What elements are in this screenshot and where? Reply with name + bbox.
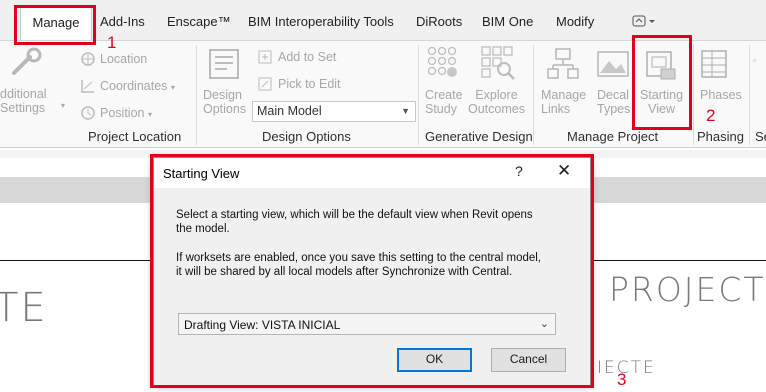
panel-divider (418, 45, 419, 145)
coordinates-button[interactable]: Coordinates ▾ (100, 79, 175, 95)
panel-title-manage-project: Manage Project (567, 129, 659, 144)
panel-title-project-location: Project Location (88, 129, 182, 144)
panel-title-phasing: Phasing (697, 129, 744, 144)
manage-links-button[interactable]: Manage Links (541, 88, 586, 116)
coordinates-icon (81, 80, 94, 93)
location-button[interactable]: Location (100, 52, 147, 66)
drawing-text-left: TE (0, 285, 48, 331)
phases-button[interactable]: Phases (700, 88, 742, 102)
explore-outcomes-button[interactable]: Explore Outcomes (468, 88, 525, 116)
design-options-button[interactable]: Design Options (203, 88, 246, 116)
panel-divider (693, 45, 694, 145)
additional-settings-button[interactable]: dditional Settings (0, 87, 47, 115)
panel-divider (196, 45, 197, 145)
tab-modify[interactable]: Modify (556, 14, 594, 29)
add-to-set-button[interactable]: Add to Set (278, 50, 336, 64)
drawing-title-text: PROJECTE (609, 270, 766, 309)
phases-icon (701, 50, 727, 78)
panel-divider (749, 45, 750, 145)
panel-title-design-options: Design Options (262, 129, 351, 144)
annotation-number-3: 3 (617, 370, 627, 389)
panel-title-partial: Se (755, 129, 766, 144)
manage-links-icon (547, 48, 579, 79)
position-button[interactable]: Position ▾ (100, 106, 152, 122)
tab-bim-interoperability-tools[interactable]: BIM Interoperability Tools (248, 14, 394, 29)
design-option-select[interactable]: Main Model ▼ (252, 101, 416, 122)
tab-bim-one[interactable]: BIM One (482, 14, 533, 29)
panel-title-generative-design: Generative Design (425, 129, 533, 144)
tab-enscape[interactable]: Enscape™ (167, 14, 231, 29)
location-icon (81, 52, 95, 66)
annotation-number-1: 1 (107, 33, 117, 52)
position-icon (81, 106, 95, 120)
design-options-icon (209, 49, 239, 79)
additional-settings-icon (12, 47, 42, 75)
annotation-box-starting-view (632, 35, 692, 130)
ribbon-display-options-icon[interactable] (632, 15, 656, 30)
decal-types-icon (597, 51, 629, 77)
tab-diroots[interactable]: DiRoots (416, 14, 462, 29)
additional-settings-dropdown-icon[interactable]: ▾ (61, 99, 65, 113)
create-study-icon (427, 46, 457, 77)
create-study-button[interactable]: Create Study (425, 88, 463, 116)
tab-add-ins[interactable]: Add-Ins (100, 14, 145, 29)
pick-to-edit-button[interactable]: Pick to Edit (278, 77, 341, 91)
panel-divider (533, 45, 534, 145)
annotation-number-2: 2 (706, 106, 716, 125)
decal-types-button[interactable]: Decal Types (597, 88, 630, 116)
annotation-box-dialog (150, 154, 594, 388)
add-to-set-icon (258, 50, 272, 64)
pick-to-edit-icon (258, 77, 272, 91)
chevron-down-icon: ▼ (401, 106, 410, 116)
partial-panel-icon: ▫ (753, 55, 757, 65)
annotation-box-manage-tab (14, 5, 96, 45)
explore-outcomes-icon (481, 46, 515, 80)
